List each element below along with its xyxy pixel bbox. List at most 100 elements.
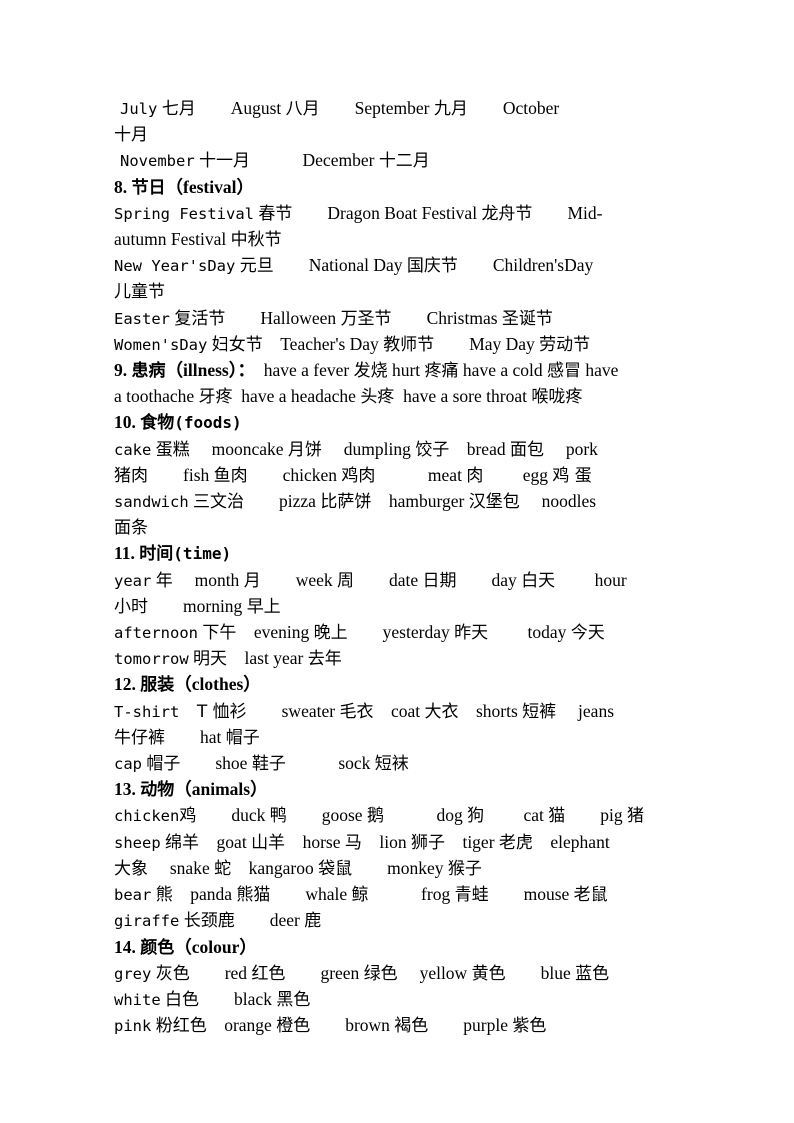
term-zh: 鹅 bbox=[366, 806, 384, 827]
term-zh: 十二月 bbox=[378, 151, 430, 172]
term-zh: 发烧 bbox=[353, 361, 388, 382]
term-en: shoe bbox=[215, 753, 248, 774]
term-en: yellow bbox=[419, 962, 468, 983]
term-zh: 周 bbox=[337, 570, 354, 591]
term-en: sheep bbox=[114, 833, 161, 852]
term-zh: 比萨饼 bbox=[320, 492, 372, 513]
term-en: September bbox=[354, 98, 430, 118]
term-en: mooncake bbox=[211, 438, 284, 459]
section-heading-illness: 9. 患病（illness）： have a fever 发烧 hurt 疼痛 … bbox=[114, 358, 676, 384]
section-number: 10. bbox=[114, 412, 136, 433]
term-zh: 三文治 bbox=[193, 492, 245, 513]
term-zh: 面包 bbox=[509, 439, 544, 460]
section-heading-animals: 13. 动物（animals） bbox=[114, 777, 676, 803]
vocab-line: sheep 绵羊 goat 山羊 horse 马 lion 狮子 tiger 老… bbox=[114, 830, 676, 856]
term-en: bear bbox=[114, 886, 152, 905]
term-zh: 绿色 bbox=[363, 963, 398, 984]
term-en: August bbox=[230, 98, 282, 118]
vocab-line: autumn Festival 中秋节 bbox=[114, 227, 676, 253]
section-title-zh: 时间 bbox=[139, 544, 174, 565]
term-en: elephant bbox=[550, 831, 610, 852]
term-en: sandwich bbox=[114, 493, 189, 512]
section-title-zh: 服装 bbox=[140, 675, 175, 696]
vocab-line: tomorrow 明天 last year 去年 bbox=[114, 646, 676, 672]
term-en: chicken bbox=[114, 807, 180, 826]
term-en: last year bbox=[244, 648, 304, 669]
term-en: Spring Festival bbox=[114, 204, 254, 223]
section-heading-clothes: 12. 服装（clothes） bbox=[114, 672, 676, 698]
term-en: yesterday bbox=[382, 622, 450, 643]
vocab-line: 猪肉 fish 鱼肉 chicken 鸡肉 meat 肉 egg 鸡 蛋 bbox=[114, 463, 676, 489]
term-zh: 圣诞节 bbox=[501, 308, 553, 329]
term-en: hat bbox=[200, 726, 222, 747]
term-en: cake bbox=[114, 440, 152, 459]
term-zh: 国庆节 bbox=[406, 256, 458, 277]
section-title-en: （festival） bbox=[165, 176, 254, 197]
term-zh: 袋鼠 bbox=[318, 858, 353, 879]
term-en: have a sore throat bbox=[403, 386, 527, 407]
term-zh: 明天 bbox=[193, 649, 228, 670]
section-title-zh: 患病 bbox=[131, 361, 166, 382]
term-zh: 昨天 bbox=[454, 623, 489, 644]
term-zh: 灰色 bbox=[155, 963, 190, 984]
term-en: kangaroo bbox=[248, 857, 314, 878]
term-zh: 教师节 bbox=[383, 334, 435, 355]
term-zh: T 恤衫 bbox=[196, 701, 247, 722]
section-title-zh: 节日 bbox=[131, 177, 166, 198]
term-zh: 鸡肉 bbox=[341, 465, 376, 486]
term-en: December bbox=[302, 150, 375, 171]
term-en: coat bbox=[390, 700, 421, 721]
vocab-line: cap 帽子 shoe 鞋子 sock 短袜 bbox=[114, 751, 676, 777]
term-zh: 大象 bbox=[114, 858, 148, 879]
term-en: Halloween bbox=[260, 307, 337, 328]
vocab-line: chicken鸡 duck 鸭 goose 鹅 dog 狗 cat 猫 pig … bbox=[114, 803, 676, 829]
section-title-en: (foods) bbox=[174, 413, 242, 433]
term-zh: 中秋节 bbox=[230, 230, 282, 251]
term-en: green bbox=[320, 962, 360, 983]
term-zh: 猪 bbox=[626, 806, 644, 827]
term-zh: 儿童节 bbox=[114, 282, 165, 303]
term-en: year bbox=[114, 571, 152, 590]
term-zh: 疼痛 bbox=[424, 361, 459, 382]
term-en: July bbox=[120, 100, 158, 118]
term-zh: 龙舟节 bbox=[481, 203, 533, 224]
term-en: autumn Festival bbox=[114, 229, 227, 250]
section-heading-foods: 10. 食物(foods) bbox=[114, 410, 676, 436]
term-zh: 帽子 bbox=[146, 754, 181, 775]
vocab-line: T-shirt T 恤衫 sweater 毛衣 coat 大衣 shorts 短… bbox=[114, 699, 676, 725]
term-en: panda bbox=[190, 884, 232, 905]
term-en: have a cold bbox=[462, 360, 543, 381]
term-zh: 山羊 bbox=[251, 832, 286, 853]
section-title-en: （clothes） bbox=[174, 674, 261, 695]
term-en: grey bbox=[114, 964, 152, 983]
term-en: sock bbox=[338, 753, 371, 774]
section-heading-colour: 14. 颜色（colour） bbox=[114, 935, 676, 961]
vocab-line: a toothache 牙疼 have a headache 头疼 have a… bbox=[114, 384, 676, 410]
section-title-zh: 颜色 bbox=[140, 937, 175, 958]
section-number: 13. bbox=[114, 779, 136, 800]
term-en: horse bbox=[302, 831, 341, 852]
term-zh: 马 bbox=[344, 832, 362, 853]
section-title-en: （colour） bbox=[174, 936, 257, 957]
term-zh: 猪肉 bbox=[114, 465, 148, 486]
term-zh: 饺子 bbox=[415, 439, 450, 460]
term-en: giraffe bbox=[114, 912, 180, 931]
term-en: evening bbox=[253, 622, 310, 643]
term-en: monkey bbox=[387, 857, 444, 878]
term-en: dumpling bbox=[343, 438, 411, 459]
term-zh: 小时 bbox=[114, 596, 148, 617]
vocab-line: Easter 复活节 Halloween 万圣节 Christmas 圣诞节 bbox=[114, 306, 676, 332]
term-en: week bbox=[295, 569, 333, 590]
vocab-line: 小时 morning 早上 bbox=[114, 594, 676, 620]
term-zh: 长颈鹿 bbox=[183, 911, 235, 932]
term-en: red bbox=[224, 962, 248, 983]
term-zh: 早上 bbox=[246, 596, 281, 617]
term-zh: 青蛙 bbox=[454, 885, 489, 906]
term-zh: 牛仔裤 bbox=[114, 727, 165, 748]
term-en: today bbox=[527, 622, 567, 643]
term-en: National Day bbox=[308, 255, 403, 276]
term-en: cat bbox=[523, 805, 544, 826]
term-zh: 复活节 bbox=[174, 308, 226, 329]
term-en: dog bbox=[436, 805, 463, 826]
vocab-line: cake 蛋糕 mooncake 月饼 dumpling 饺子 bread 面包… bbox=[114, 437, 676, 463]
